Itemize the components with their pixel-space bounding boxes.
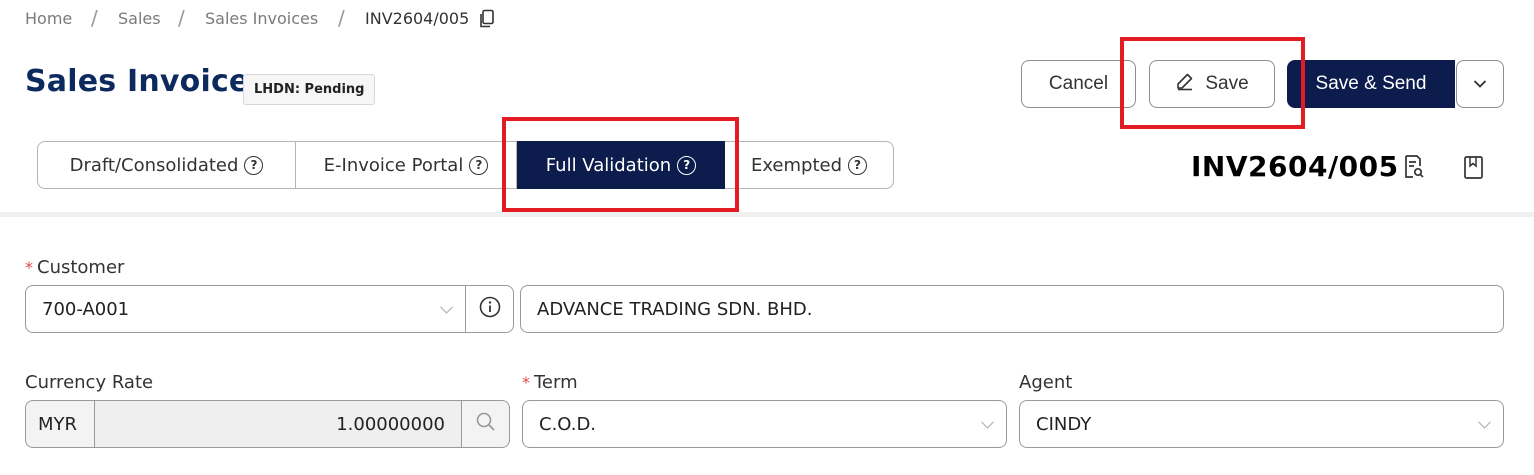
breadcrumb-sales[interactable]: Sales [118,9,161,28]
page-title: Sales Invoice [25,64,250,99]
tab-label: Draft/Consolidated [69,154,239,176]
tab-full-validation[interactable]: Full Validation ? [517,141,725,189]
currency-search-button[interactable] [461,400,510,448]
bookmark-icon[interactable] [1463,155,1485,185]
agent-label: Agent [1019,372,1073,393]
customer-code-value: 700-A001 [42,298,130,320]
breadcrumb-separator: / [338,6,345,30]
save-button-label: Save [1205,73,1249,94]
tab-label: Full Validation [545,154,672,176]
tab-draft-consolidated[interactable]: Draft/Consolidated ? [37,141,296,189]
chevron-down-icon [1473,73,1487,95]
customer-name-value: ADVANCE TRADING SDN. BHD. [537,298,813,320]
tab-e-invoice-portal[interactable]: E-Invoice Portal ? [296,141,517,189]
customer-label: * Customer [25,257,125,278]
help-icon[interactable]: ? [244,155,264,175]
currency-rate-value: 1.00000000 [336,413,445,435]
currency-rate-field[interactable]: 1.00000000 [94,400,462,448]
section-divider [0,212,1534,217]
copy-icon[interactable] [479,9,495,33]
currency-rate-label: Currency Rate [25,372,154,393]
chevron-down-icon [981,415,994,429]
save-button[interactable]: Save [1149,60,1275,108]
help-icon[interactable]: ? [677,155,697,175]
cancel-button[interactable]: Cancel [1021,60,1136,108]
breadcrumb-home[interactable]: Home [25,9,72,28]
currency-code: MYR [25,400,95,448]
breadcrumb-separator: / [91,6,98,30]
term-value: C.O.D. [539,413,597,435]
breadcrumb-separator: / [178,6,185,30]
term-label: * Term [522,372,578,393]
document-preview-icon[interactable] [1402,154,1426,184]
search-icon [475,411,497,438]
agent-select[interactable]: CINDY [1019,400,1504,448]
document-number: INV2604/005 [1191,150,1399,183]
help-icon[interactable]: ? [848,155,868,175]
required-marker: * [522,373,530,392]
tab-exempted[interactable]: Exempted ? [725,141,894,189]
chevron-down-icon [440,300,453,314]
breadcrumb-sales-invoices[interactable]: Sales Invoices [205,9,318,28]
edit-icon [1175,71,1195,97]
tab-label: Exempted [750,154,843,176]
save-and-send-button[interactable]: Save & Send [1287,60,1455,108]
required-marker: * [25,258,33,277]
customer-name-field[interactable]: ADVANCE TRADING SDN. BHD. [520,285,1504,333]
customer-info-button[interactable] [465,285,514,333]
chevron-down-icon [1478,415,1491,429]
customer-code-select[interactable]: 700-A001 [25,285,466,333]
status-badge: LHDN: Pending [243,74,376,105]
term-select[interactable]: C.O.D. [522,400,1007,448]
breadcrumb-current: INV2604/005 [365,9,470,28]
more-actions-dropdown[interactable] [1456,60,1504,108]
help-icon[interactable]: ? [469,155,489,175]
agent-value: CINDY [1036,413,1092,435]
tab-label: E-Invoice Portal [323,154,464,176]
info-icon [479,296,501,323]
